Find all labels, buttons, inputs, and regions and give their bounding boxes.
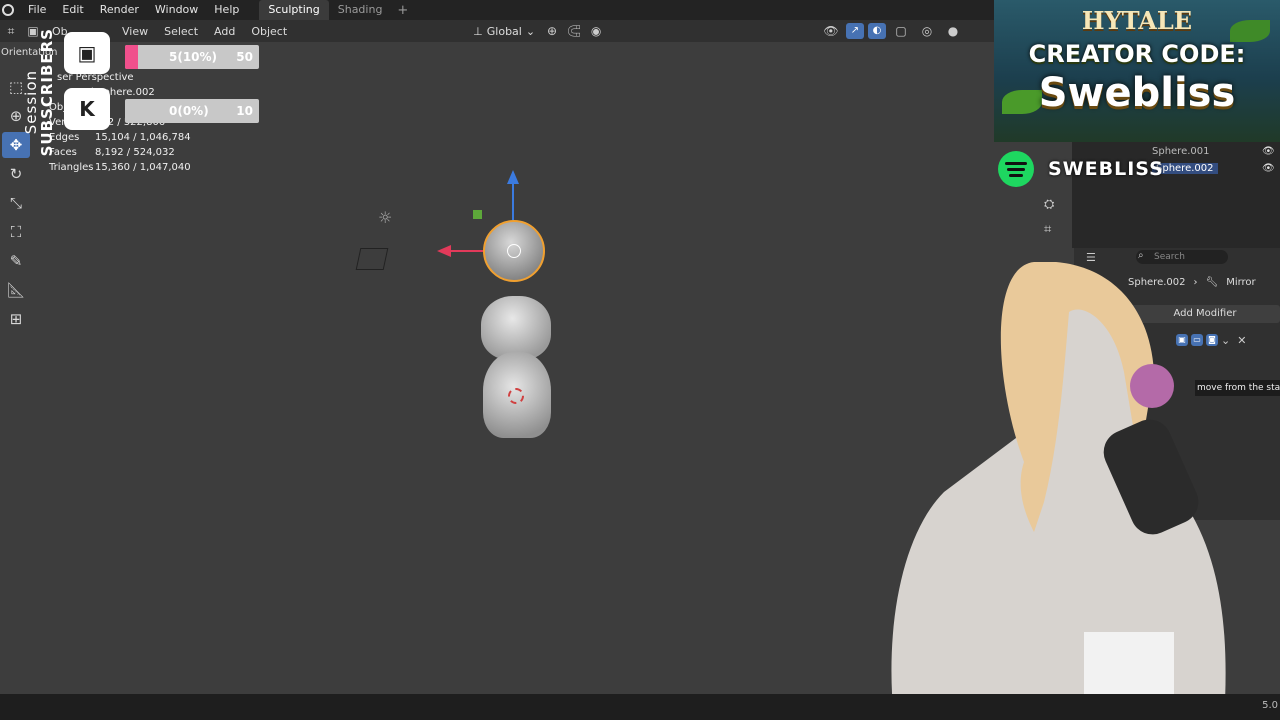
spotify-name: SWEBLISS: [1048, 158, 1164, 180]
pivot-icon[interactable]: ⊕: [544, 24, 560, 38]
stat-row: Faces 8,192 / 524,032: [49, 145, 191, 160]
light-icon[interactable]: ☼: [378, 208, 392, 227]
session-label: Session: [22, 70, 40, 135]
banner-subtitle: CREATOR CODE:: [1028, 40, 1246, 68]
menu-view[interactable]: View: [114, 25, 156, 38]
menu-object[interactable]: Object: [243, 25, 295, 38]
editor-type-icon[interactable]: ⌗: [3, 24, 19, 38]
search-icon: ⌕: [1138, 250, 1144, 261]
sub-goal-progress: 5(10%): [169, 50, 218, 64]
menu-help[interactable]: Help: [206, 0, 247, 20]
kick-goal-target: 10: [236, 104, 253, 118]
banner-code: Swebliss: [1038, 70, 1236, 116]
webcam-overlay: [891, 262, 1226, 720]
character-head[interactable]: [481, 296, 551, 360]
stat-row: Triangles 15,360 / 1,047,040: [49, 160, 191, 175]
proportional-edit-icon[interactable]: ◉: [588, 24, 604, 38]
subscribers-label: SUBSCRIBERS: [38, 28, 56, 157]
chevron-down-icon: ⌄: [525, 24, 536, 38]
orientation-axes-icon: ⊥: [473, 24, 483, 38]
gizmo-x-axis[interactable]: [450, 250, 486, 252]
add-cube-tool-icon[interactable]: ⊞: [2, 306, 30, 332]
rotate-tool-icon[interactable]: ↻: [2, 161, 30, 187]
transform-orientation-dropdown[interactable]: ⊥ Global ⌄: [467, 25, 541, 38]
eye-icon[interactable]: 👁︎: [1262, 146, 1275, 157]
transform-tool-icon[interactable]: ⛶: [2, 219, 30, 245]
green-handle: [473, 210, 482, 219]
menu-file[interactable]: File: [20, 0, 54, 20]
orientation-value: Global: [486, 24, 522, 38]
sub-goal-target: 50: [236, 50, 253, 64]
viewport-header-right: 👁︎ ↗ ◐ ▢ ◎ ●: [820, 20, 964, 42]
twitch-icon: ▣: [64, 32, 110, 74]
gizmo-toggle-button[interactable]: ↗: [846, 23, 864, 39]
stat-value: 8,192 / 524,032: [95, 147, 175, 158]
measure-tool-icon[interactable]: 📐︎: [2, 277, 30, 303]
spotify-icon: [998, 151, 1034, 187]
sphere-origin: [507, 244, 521, 258]
menu-edit[interactable]: Edit: [54, 0, 91, 20]
move-tool-icon[interactable]: ✥: [2, 132, 30, 158]
camera-icon[interactable]: [355, 248, 389, 270]
snap-icon[interactable]: 🧲︎: [566, 24, 582, 38]
sub-goal-bar: 5(10%) 50: [125, 45, 259, 69]
kick-goal-progress: 0(0%): [169, 104, 209, 118]
xray-icon[interactable]: ▢: [893, 24, 909, 38]
overlay-toggle-button[interactable]: ◐: [868, 23, 886, 39]
render-preview-icon[interactable]: ⛭: [1044, 197, 1054, 212]
menu-window[interactable]: Window: [147, 0, 206, 20]
annotate-tool-icon[interactable]: ✎: [2, 248, 30, 274]
kick-icon: K: [64, 88, 110, 130]
kick-goal-bar: 0(0%) 10: [125, 99, 259, 123]
3d-cursor-icon: [508, 388, 524, 404]
gizmo-x-arrow: [437, 245, 451, 257]
wireframe-shading-icon[interactable]: ◎: [919, 24, 935, 38]
gizmo-z-arrow: [507, 170, 519, 184]
status-bar: 5.0: [0, 694, 1280, 720]
scale-tool-icon[interactable]: ⤡: [2, 190, 30, 216]
tab-shading[interactable]: Shading: [329, 0, 392, 20]
banner-title: HYTALE: [1081, 6, 1193, 35]
menu-add[interactable]: Add: [206, 25, 243, 38]
blender-logo-icon[interactable]: [2, 4, 14, 16]
gizmo-z-axis[interactable]: [512, 182, 514, 220]
spotify-widget: SWEBLISS: [996, 149, 1168, 189]
stat-label: Triangles: [49, 162, 94, 173]
grid-icon[interactable]: ⌗: [1044, 222, 1051, 237]
eye-icon[interactable]: 👁︎: [1262, 163, 1275, 174]
menu-render[interactable]: Render: [92, 0, 147, 20]
stat-value: 15,360 / 1,047,040: [95, 162, 191, 173]
headphone-cup-icon: [1130, 364, 1174, 408]
stat-row: Edges 15,104 / 1,046,784: [49, 130, 191, 145]
menu-select[interactable]: Select: [156, 25, 206, 38]
visibility-icon[interactable]: 👁︎: [823, 24, 839, 38]
add-workspace-button[interactable]: +: [391, 3, 414, 18]
stat-value: 15,104 / 1,046,784: [95, 132, 191, 143]
solid-shading-icon[interactable]: ●: [945, 24, 961, 38]
creator-code-banner: HYTALE CREATOR CODE: Swebliss: [994, 0, 1280, 142]
sub-goal-fill: [125, 45, 139, 69]
version-label: 5.0: [1262, 700, 1278, 711]
tab-sculpting[interactable]: Sculpting: [259, 0, 329, 20]
